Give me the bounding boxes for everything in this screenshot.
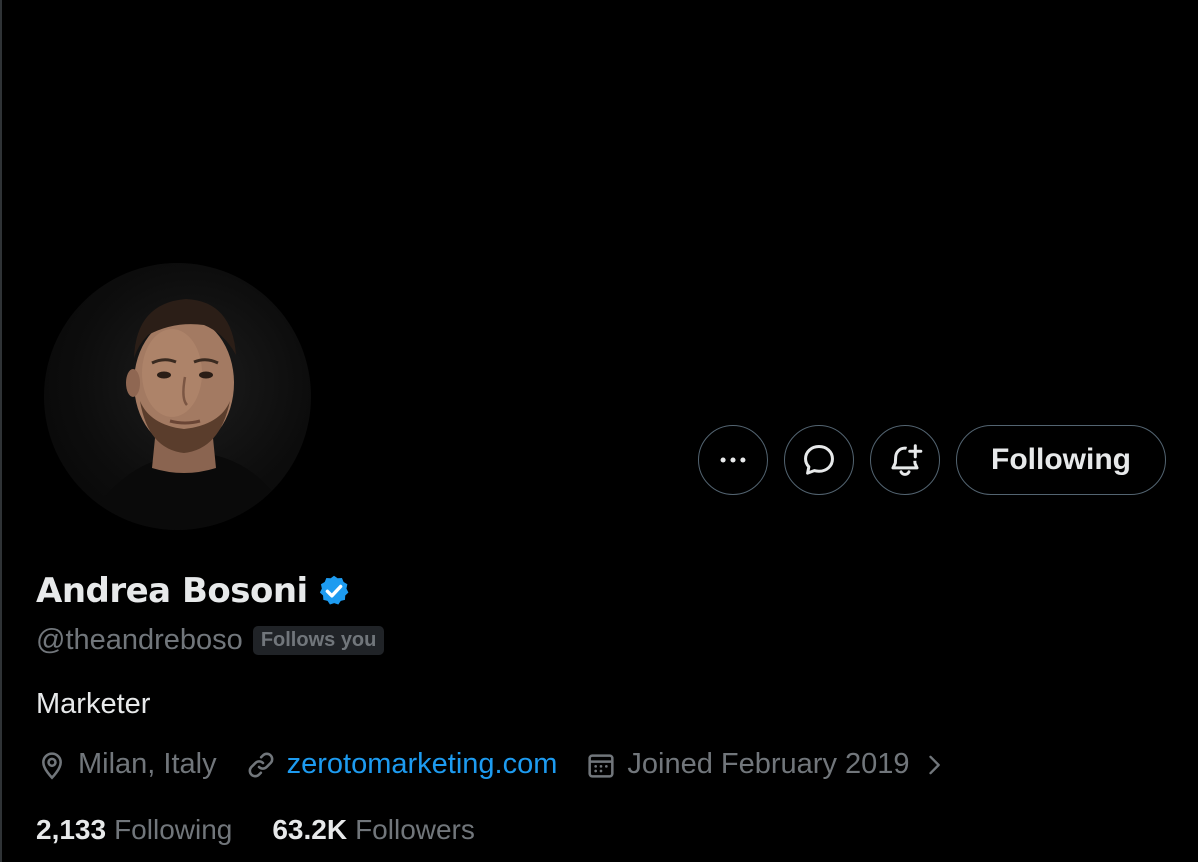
website-link[interactable]: zerotomarketing.com (287, 748, 558, 781)
followers-stat[interactable]: 63.2K Followers (272, 814, 475, 846)
name-row: Andrea Bosoni (36, 571, 352, 611)
following-count: 2,133 (36, 814, 107, 845)
profile-stats: 2,133 Following 63.2K Followers (36, 814, 475, 846)
notifications-button[interactable] (870, 425, 941, 495)
followers-count: 63.2K (272, 814, 348, 845)
bio: Marketer (36, 688, 151, 720)
followers-label: Followers (355, 814, 475, 845)
message-bubble-icon (804, 445, 834, 475)
handle: @theandreboso (36, 624, 243, 656)
avatar-photo (84, 299, 294, 530)
bell-plus-icon (891, 444, 923, 476)
verified-badge-icon[interactable] (316, 573, 352, 609)
chevron-right-icon (928, 755, 940, 774)
handle-row: @theandreboso Follows you (36, 624, 385, 657)
website: zerotomarketing.com (245, 748, 558, 781)
location-text: Milan, Italy (78, 748, 217, 780)
location: Milan, Italy (36, 748, 217, 781)
calendar-icon (588, 753, 614, 778)
following-button[interactable]: Following (956, 425, 1166, 495)
follows-you-badge: Follows you (252, 626, 385, 655)
more-horizontal-icon (720, 457, 746, 463)
joined-date[interactable]: Joined February 2019 (585, 748, 947, 781)
following-stat[interactable]: 2,133 Following (36, 814, 232, 846)
profile-actions: Following (698, 425, 1166, 495)
link-icon (248, 752, 274, 777)
message-button[interactable] (784, 425, 855, 495)
more-button[interactable] (698, 425, 769, 495)
profile-meta: Milan, Italy zerotomarketing.com Joined … (36, 748, 948, 781)
location-pin-icon (42, 751, 62, 779)
display-name: Andrea Bosoni (36, 571, 308, 611)
avatar[interactable] (44, 263, 311, 530)
joined-text: Joined February 2019 (627, 748, 910, 780)
profile-page: Following Andrea Bosoni @theandreboso Fo… (0, 0, 1198, 862)
following-label: Following (114, 814, 233, 845)
